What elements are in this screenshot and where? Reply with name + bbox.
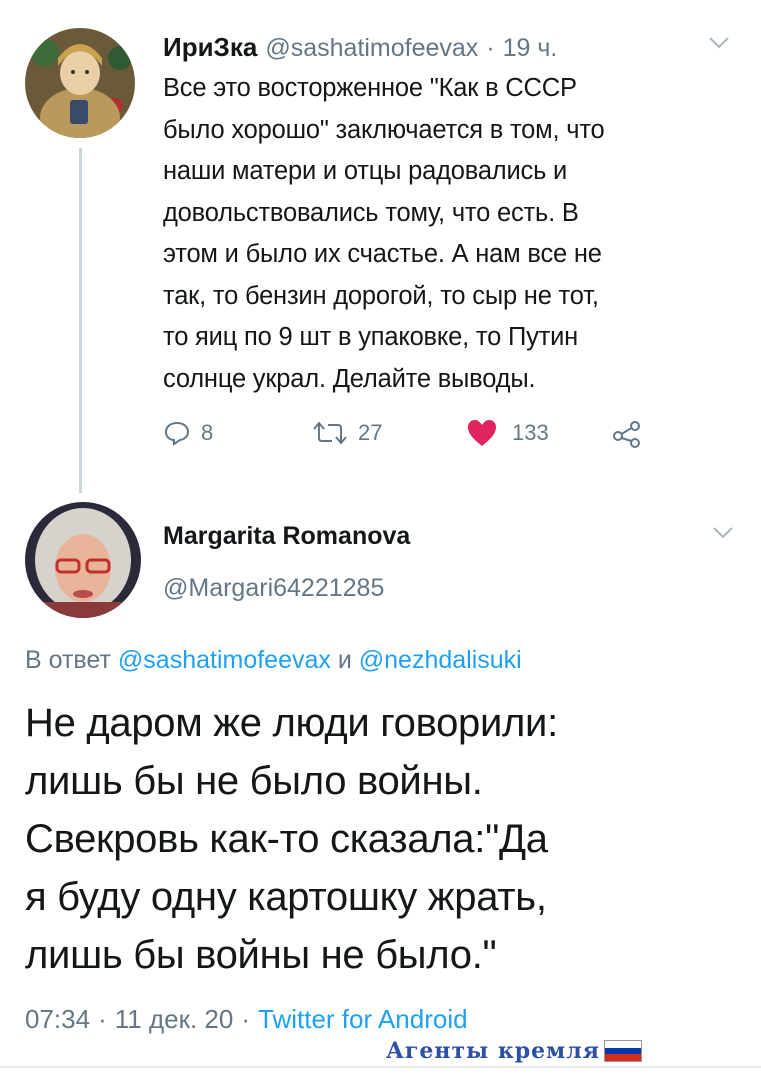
text-line: этом и было их счастье. А нам все не [163, 240, 602, 268]
text-line: наши матери и отцы радовались и [163, 157, 568, 185]
avatar-image [25, 28, 135, 138]
mention-link[interactable]: @sashatimofeevax [118, 646, 331, 674]
tweet2-text: Не даром же люди говорили: лишь бы не бы… [25, 694, 745, 984]
source-link[interactable]: Twitter for Android [258, 1004, 468, 1035]
tweet-time[interactable]: 19 ч. [503, 34, 558, 63]
reply-count: 8 [201, 420, 214, 445]
tweet2-footer: 07:34 · 11 дек. 20 · Twitter for Android [25, 1004, 468, 1035]
separator-dot: · [98, 1004, 107, 1034]
tweet-time: 07:34 [25, 1004, 91, 1034]
separator-dot: · [241, 1004, 251, 1034]
text-line: солнце украл. Делайте выводы. [163, 364, 536, 393]
share-icon [612, 420, 642, 448]
reply-button[interactable]: 8 [163, 420, 213, 446]
heart-icon [466, 418, 498, 448]
avatar-margarita[interactable] [25, 502, 141, 618]
chevron-down-icon[interactable] [708, 36, 730, 50]
text-line: лишь бы войны не было." [25, 933, 497, 977]
avatar-irizka[interactable] [25, 28, 135, 138]
text-line: было хорошо" заключается в том, что [163, 115, 605, 144]
retweet-count: 27 [358, 420, 383, 445]
text-line: Свекровь как-то сказала:"Да [25, 817, 548, 861]
reply-icon [163, 420, 191, 446]
tweet-date: 11 дек. 20 [114, 1004, 234, 1034]
text-line: Не даром же люди говорили: [25, 701, 558, 745]
tweet1-header: ИриЗка @sashatimofeevax · 19 ч. [163, 32, 557, 63]
separator-dot: · [486, 34, 495, 62]
author-handle[interactable]: @Margari64221285 [163, 574, 384, 603]
text-line: так, то бензин дорогой, то сыр не тот, [163, 281, 599, 310]
like-button[interactable]: 133 [466, 418, 549, 448]
mention-link[interactable]: @nezhdalisuki [359, 646, 522, 674]
author-name[interactable]: Margarita Romanova [163, 522, 410, 551]
reply-and: и [337, 646, 352, 674]
retweet-icon [312, 420, 348, 446]
retweet-button[interactable]: 27 [312, 420, 382, 446]
share-button[interactable] [612, 420, 642, 448]
watermark: Агенты кремля [386, 1038, 642, 1064]
avatar-image [25, 502, 141, 618]
text-line: довольствовались тому, что есть. В [163, 198, 579, 227]
author-name[interactable]: ИриЗка [163, 32, 257, 63]
reply-context: В ответ @sashatimofeevax и @nezhdalisuki [25, 646, 522, 675]
like-count: 133 [512, 420, 549, 445]
text-line: Все это восторженное "Как в СССР [163, 74, 577, 102]
text-line: я буду одну картошку жрать, [25, 875, 547, 919]
thread-line [79, 148, 82, 493]
text-line: то яиц по 9 шт в упаковке, то Путин [163, 323, 579, 351]
divider [0, 1066, 761, 1068]
chevron-down-icon[interactable] [712, 526, 734, 540]
watermark-text: Агенты кремля [386, 1038, 600, 1064]
author-handle[interactable]: @sashatimofeevax [265, 34, 478, 63]
text-line: лишь бы не было войны. [25, 759, 483, 803]
russian-flag-icon [604, 1040, 642, 1062]
reply-prefix: В ответ [25, 646, 111, 674]
tweet1-text: Все это восторженное "Как в СССР было хо… [163, 68, 743, 400]
